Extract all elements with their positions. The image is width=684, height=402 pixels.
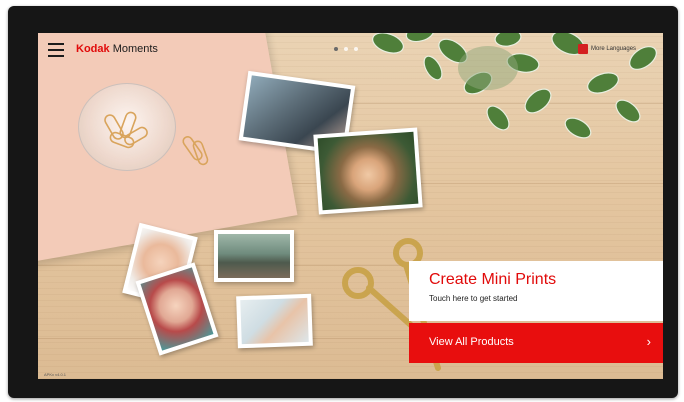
brand-suffix: Moments [112, 43, 158, 55]
pagination-dot[interactable] [354, 47, 358, 51]
create-mini-prints-button[interactable]: Create Mini Prints Touch here to get sta… [409, 261, 663, 321]
toddler-photo [135, 262, 219, 356]
kids-lake-photo [214, 230, 294, 282]
cta-title: Create Mini Prints [429, 271, 557, 288]
version-label: APKx v4.0.1 [44, 372, 67, 377]
paper-clip-decoration [182, 136, 209, 166]
app-logo: Kodak Moments [76, 41, 158, 57]
brand-name: Kodak [76, 43, 110, 55]
flag-icon [578, 44, 588, 54]
view-all-label: View All Products [429, 336, 514, 348]
hamburger-menu-icon[interactable] [48, 43, 64, 57]
monitor-bezel: Kodak Moments More Languages Create Mini… [8, 6, 678, 398]
language-selector[interactable]: More Languages [578, 44, 636, 54]
pagination-dot[interactable] [344, 47, 348, 51]
girl-portrait-photo [313, 127, 423, 215]
view-all-products-button[interactable]: View All Products › [409, 323, 663, 363]
glass-bowl-decoration [78, 83, 176, 171]
cta-subtitle: Touch here to get started [429, 294, 518, 303]
pagination-dot[interactable] [334, 47, 338, 51]
app-header: Kodak Moments More Languages [38, 33, 663, 67]
language-label: More Languages [591, 46, 637, 52]
carousel-pagination [334, 47, 358, 51]
kiosk-screen: Kodak Moments More Languages Create Mini… [38, 33, 663, 379]
chevron-right-icon: › [646, 334, 651, 349]
kids-bath-photo [236, 293, 313, 349]
